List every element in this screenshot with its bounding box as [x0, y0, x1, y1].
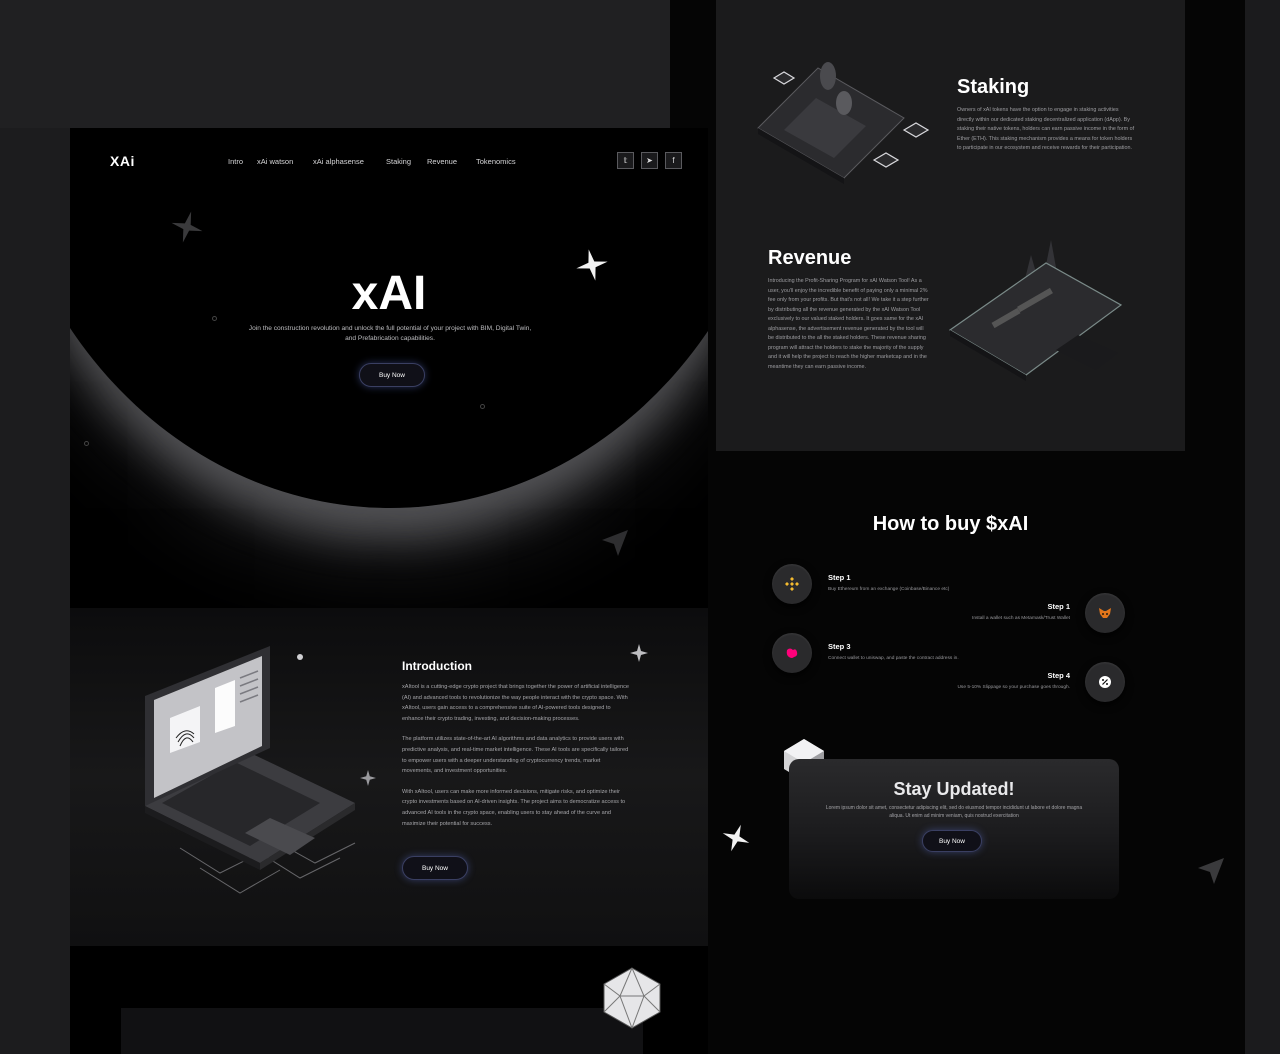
star-icon: [722, 824, 750, 852]
step-title: Step 1: [1047, 602, 1070, 611]
revenue-text: Introducing the Profit-Sharing Program f…: [768, 278, 929, 370]
step-title: Step 1: [828, 573, 851, 582]
landing-page-mockup-right-bottom: How to buy $xAI Step 1 Buy Ethereum from…: [716, 451, 1224, 1054]
staking-title: Staking: [957, 76, 1030, 98]
dot-decoration: [480, 404, 485, 409]
lower-panel: [121, 1008, 643, 1054]
nav-xai-watson[interactable]: xAi watson: [257, 157, 313, 166]
nav-staking[interactable]: Staking: [386, 157, 427, 166]
social-links: 𝕥 ➤ f: [617, 152, 682, 169]
staking-phone-illustration: [757, 62, 930, 184]
step-description: Connect wallet to uniswap, and paste the…: [828, 656, 959, 661]
percent-icon: [1085, 662, 1125, 702]
hero-subtitle: Join the construction revolution and unl…: [248, 325, 532, 342]
intro-paragraph: With xAItool, users can make more inform…: [402, 788, 626, 827]
hero-section: XAi Intro xAi watson xAi alphasense Stak…: [70, 128, 708, 608]
staking-text: Owners of xAI tokens have the option to …: [957, 107, 1135, 151]
metamask-icon: [1085, 593, 1125, 633]
introduction-text: xAItool is a cutting-edge crypto project…: [402, 682, 630, 839]
binance-icon: [772, 564, 812, 604]
revenue-phone-illustration: [948, 240, 1123, 381]
intro-paragraph: The platform utilizes state-of-the-art A…: [402, 736, 629, 775]
stay-buy-now-button[interactable]: Buy Now: [922, 830, 982, 852]
main-nav: Intro xAi watson xAi alphasense Staking …: [228, 157, 516, 166]
how-to-buy-title: How to buy $xAI: [872, 513, 1029, 535]
intro-paragraph: xAItool is a cutting-edge crypto project…: [402, 684, 629, 722]
telegram-icon[interactable]: ➤: [641, 152, 658, 169]
step-title: Step 3: [828, 642, 851, 651]
step-description: Install a wallet such as Metamask/Trust …: [971, 616, 1070, 621]
star-icon: [602, 530, 628, 556]
hero-buy-now-button[interactable]: Buy Now: [359, 363, 425, 387]
step-title: Step 4: [1047, 671, 1070, 680]
nav-xai-alphasense[interactable]: xAi alphasense: [313, 157, 386, 166]
twitter-icon[interactable]: 𝕥: [617, 152, 634, 169]
dice-illustration: [603, 967, 661, 1029]
site-logo[interactable]: XAi: [110, 153, 135, 169]
backdrop-column-right: [1185, 0, 1245, 1054]
sparkle-icon: [360, 770, 376, 786]
uniswap-icon: [772, 633, 812, 673]
laptop-illustration: [145, 646, 356, 894]
nav-intro[interactable]: Intro: [228, 157, 257, 166]
stay-updated-card: Stay Updated! Lorem ipsum dolor sit amet…: [789, 759, 1119, 899]
introduction-section: Introduction xAItool is a cutting-edge c…: [70, 608, 708, 946]
star-icon: [1198, 858, 1224, 884]
nav-tokenomics[interactable]: Tokenomics: [476, 157, 516, 166]
dot-decoration: [84, 441, 89, 446]
sparkle-icon: [630, 644, 648, 662]
sparkle-icon: [297, 654, 303, 660]
step-description: Use 5-10% Slippage so your purchase goes…: [957, 685, 1070, 690]
landing-page-mockup-right-top: Staking Owners of xAI tokens have the op…: [716, 0, 1185, 451]
introduction-title: Introduction: [402, 659, 472, 673]
step-description: Buy Ethereum from an exchange (Coinbase/…: [828, 587, 950, 592]
star-icon: [171, 211, 203, 243]
stay-updated-title: Stay Updated!: [893, 779, 1015, 799]
facebook-icon[interactable]: f: [665, 152, 682, 169]
stay-updated-text: Lorem ipsum dolor sit amet, consectetur …: [825, 805, 1083, 819]
intro-buy-now-button[interactable]: Buy Now: [402, 856, 468, 880]
nav-revenue[interactable]: Revenue: [427, 157, 476, 166]
backdrop-edge: [1245, 0, 1280, 1054]
revenue-title: Revenue: [768, 247, 852, 269]
landing-page-mockup-left: XAi Intro xAi watson xAi alphasense Stak…: [70, 128, 708, 1054]
hero-title: xAI: [351, 267, 427, 320]
backdrop-band: [0, 0, 680, 128]
